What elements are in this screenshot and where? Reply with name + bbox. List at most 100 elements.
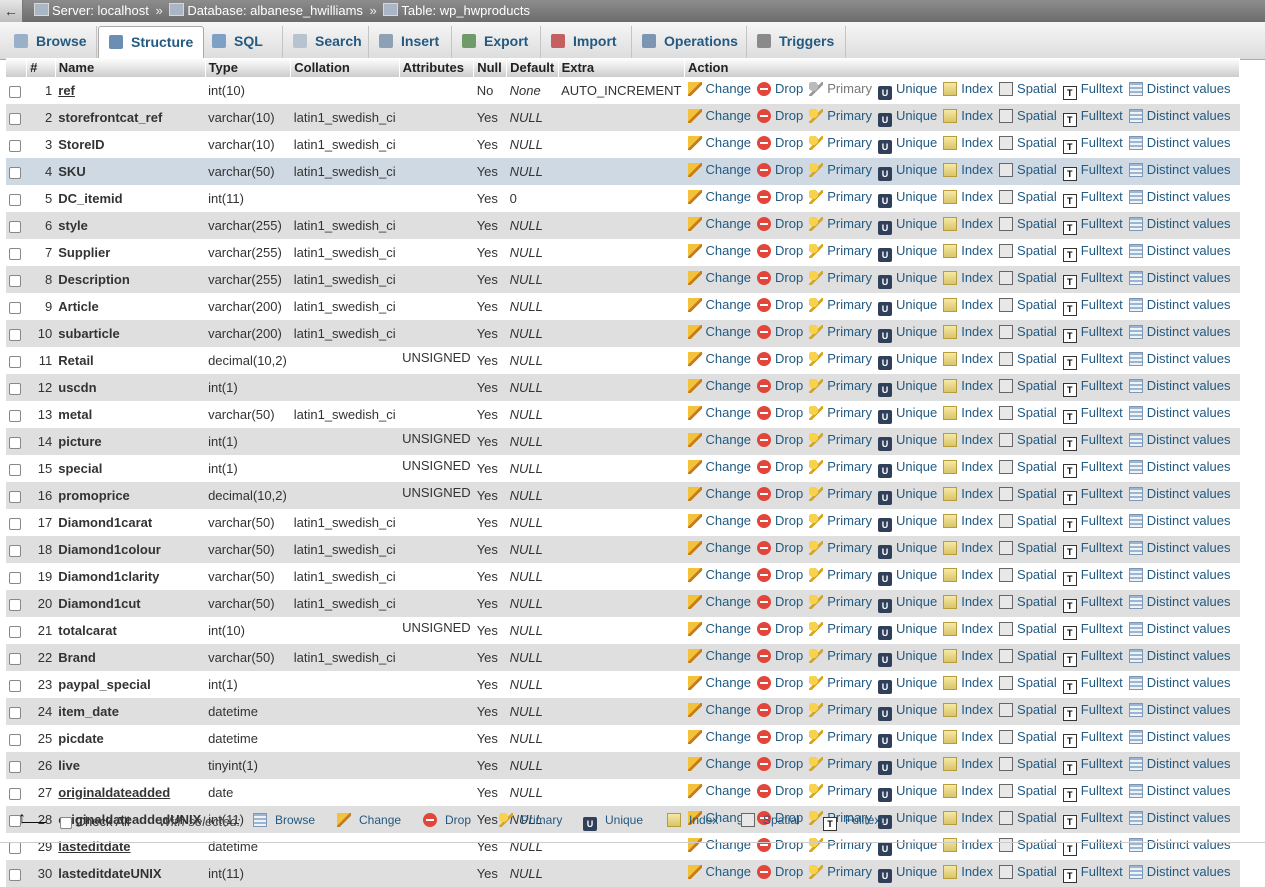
action-fulltext[interactable]: T Fulltext: [1062, 189, 1123, 208]
row-select[interactable]: [6, 212, 27, 239]
action-change[interactable]: Change: [687, 702, 751, 717]
action-index[interactable]: Index: [943, 486, 993, 501]
action-distinct[interactable]: Distinct values: [1128, 108, 1231, 123]
action-fulltext[interactable]: T Fulltext: [1062, 378, 1123, 397]
action-primary[interactable]: Primary: [809, 243, 872, 258]
action-distinct[interactable]: Distinct values: [1128, 783, 1231, 798]
action-distinct[interactable]: Distinct values: [1128, 378, 1231, 393]
action-fulltext[interactable]: T Fulltext: [1062, 783, 1123, 802]
action-spatial[interactable]: Spatial: [999, 594, 1057, 609]
action-primary[interactable]: Primary: [809, 864, 872, 879]
action-drop[interactable]: Drop: [757, 378, 803, 393]
action-distinct[interactable]: Distinct values: [1128, 432, 1231, 447]
bulk-browse-button[interactable]: Browse: [253, 813, 315, 827]
bulk-index-button[interactable]: Index: [667, 813, 718, 827]
action-primary[interactable]: Primary: [809, 567, 872, 582]
action-unique[interactable]: U Unique: [878, 189, 937, 208]
action-drop[interactable]: Drop: [757, 459, 803, 474]
action-drop[interactable]: Drop: [757, 513, 803, 528]
action-change[interactable]: Change: [687, 297, 751, 312]
header-attributes[interactable]: Attributes: [399, 58, 475, 77]
action-primary[interactable]: Primary: [809, 756, 872, 771]
row-checkbox[interactable]: [9, 733, 21, 746]
tab-triggers[interactable]: Triggers: [747, 26, 846, 58]
action-unique[interactable]: U Unique: [878, 756, 937, 775]
action-primary[interactable]: Primary: [809, 486, 872, 501]
action-distinct[interactable]: Distinct values: [1128, 486, 1231, 501]
action-index[interactable]: Index: [943, 81, 993, 96]
action-drop[interactable]: Drop: [757, 108, 803, 123]
action-primary[interactable]: Primary: [809, 351, 872, 366]
action-unique[interactable]: U Unique: [878, 486, 937, 505]
action-spatial[interactable]: Spatial: [999, 108, 1057, 123]
action-change[interactable]: Change: [687, 486, 751, 501]
action-unique[interactable]: U Unique: [878, 594, 937, 613]
action-primary[interactable]: Primary: [809, 783, 872, 798]
action-distinct[interactable]: Distinct values: [1128, 864, 1231, 879]
action-unique[interactable]: U Unique: [878, 567, 937, 586]
action-fulltext[interactable]: T Fulltext: [1062, 270, 1123, 289]
action-unique[interactable]: U Unique: [878, 432, 937, 451]
action-unique[interactable]: U Unique: [878, 702, 937, 721]
action-drop[interactable]: Drop: [757, 405, 803, 420]
action-drop[interactable]: Drop: [757, 540, 803, 555]
action-primary[interactable]: Primary: [809, 378, 872, 393]
row-checkbox[interactable]: [9, 868, 21, 881]
action-distinct[interactable]: Distinct values: [1128, 459, 1231, 474]
back-arrow-icon[interactable]: ←: [0, 0, 23, 22]
action-index[interactable]: Index: [943, 567, 993, 582]
action-index[interactable]: Index: [943, 675, 993, 690]
action-spatial[interactable]: Spatial: [999, 864, 1057, 879]
action-change[interactable]: Change: [687, 108, 751, 123]
row-checkbox[interactable]: [9, 355, 21, 368]
action-change[interactable]: Change: [687, 540, 751, 555]
action-distinct[interactable]: Distinct values: [1128, 702, 1231, 717]
action-primary[interactable]: Primary: [809, 270, 872, 285]
action-distinct[interactable]: Distinct values: [1128, 594, 1231, 609]
action-drop[interactable]: Drop: [757, 162, 803, 177]
action-unique[interactable]: U Unique: [878, 351, 937, 370]
row-select[interactable]: [6, 185, 27, 212]
action-drop[interactable]: Drop: [757, 621, 803, 636]
action-index[interactable]: Index: [943, 513, 993, 528]
action-fulltext[interactable]: T Fulltext: [1062, 297, 1123, 316]
action-unique[interactable]: U Unique: [878, 729, 937, 748]
action-change[interactable]: Change: [687, 162, 751, 177]
row-checkbox[interactable]: [9, 328, 21, 341]
action-unique[interactable]: U Unique: [878, 216, 937, 235]
action-distinct[interactable]: Distinct values: [1128, 297, 1231, 312]
row-select[interactable]: [6, 320, 27, 347]
row-checkbox[interactable]: [9, 85, 21, 98]
action-fulltext[interactable]: T Fulltext: [1062, 324, 1123, 343]
row-select[interactable]: [6, 644, 27, 671]
action-distinct[interactable]: Distinct values: [1128, 405, 1231, 420]
header-name[interactable]: Name: [55, 58, 206, 77]
action-fulltext[interactable]: T Fulltext: [1062, 675, 1123, 694]
action-change[interactable]: Change: [687, 243, 751, 258]
action-drop[interactable]: Drop: [757, 702, 803, 717]
action-primary[interactable]: Primary: [809, 594, 872, 609]
action-distinct[interactable]: Distinct values: [1128, 567, 1231, 582]
header-collation[interactable]: Collation: [290, 58, 400, 77]
action-index[interactable]: Index: [943, 378, 993, 393]
row-select[interactable]: [6, 266, 27, 293]
action-spatial[interactable]: Spatial: [999, 432, 1057, 447]
action-index[interactable]: Index: [943, 216, 993, 231]
action-distinct[interactable]: Distinct values: [1128, 351, 1231, 366]
row-select[interactable]: [6, 347, 27, 374]
row-select[interactable]: [6, 617, 27, 644]
bulk-primary-button[interactable]: Primary: [499, 813, 562, 827]
action-distinct[interactable]: Distinct values: [1128, 189, 1231, 204]
row-checkbox[interactable]: [9, 679, 21, 692]
action-fulltext[interactable]: T Fulltext: [1062, 135, 1123, 154]
row-checkbox[interactable]: [9, 706, 21, 719]
row-select[interactable]: [6, 725, 27, 752]
check-all-checkbox[interactable]: [60, 816, 72, 829]
breadcrumb-database[interactable]: Database: albanese_hwilliams: [187, 3, 363, 18]
tab-operations[interactable]: Operations: [632, 26, 747, 58]
action-spatial[interactable]: Spatial: [999, 621, 1057, 636]
breadcrumb-server[interactable]: Server: localhost: [52, 3, 149, 18]
action-unique[interactable]: U Unique: [878, 540, 937, 559]
action-primary[interactable]: Primary: [809, 513, 872, 528]
action-spatial[interactable]: Spatial: [999, 243, 1057, 258]
